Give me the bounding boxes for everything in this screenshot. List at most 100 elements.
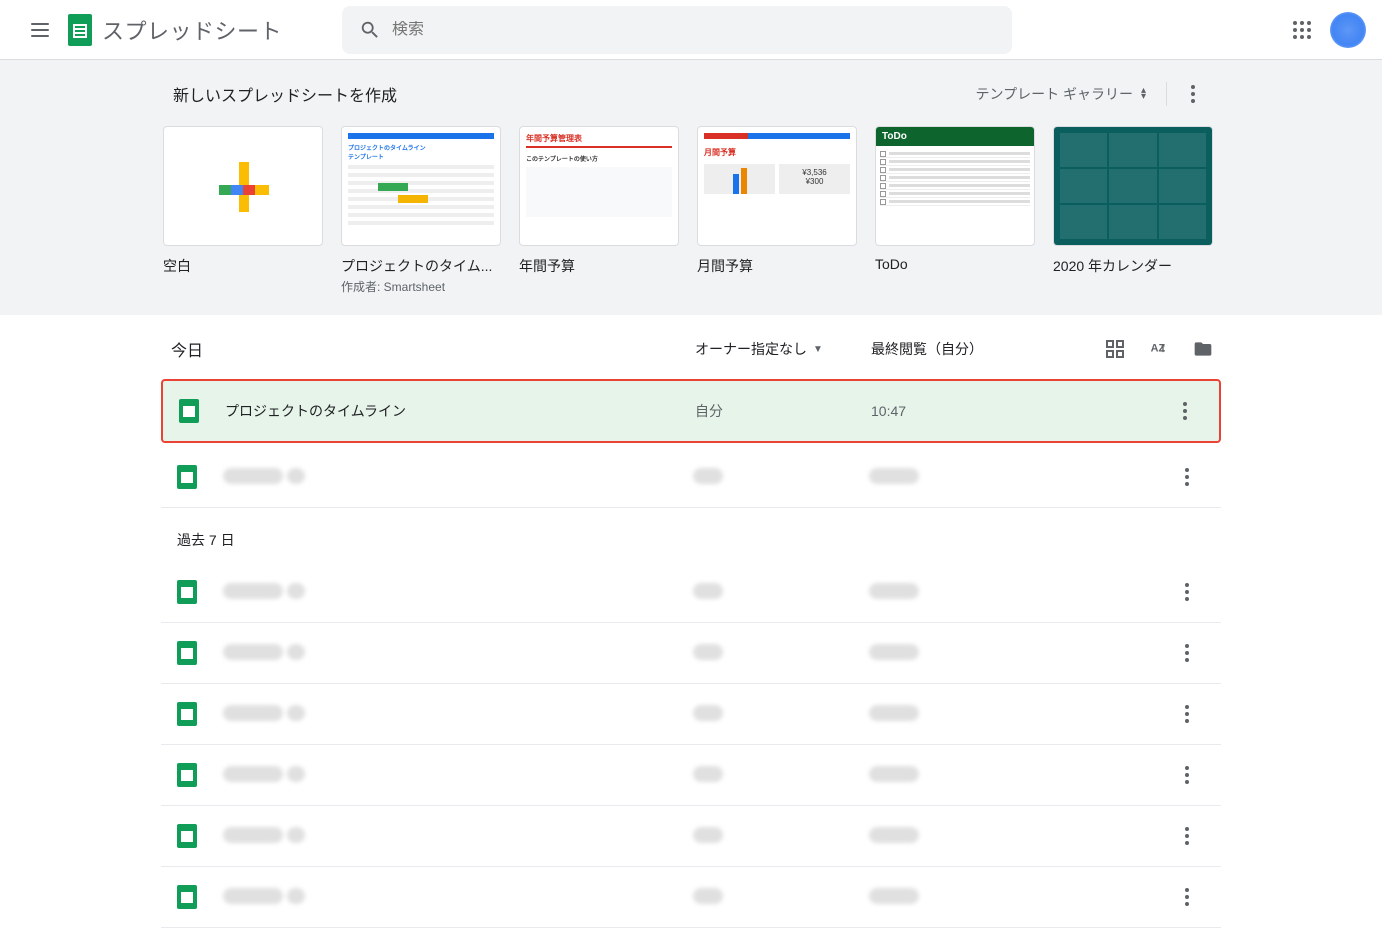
document-owner: [693, 827, 869, 846]
owner-filter-dropdown[interactable]: オーナー指定なし ▼: [691, 335, 871, 363]
document-owner: [693, 766, 869, 785]
document-owner: [693, 888, 869, 907]
templates-heading: 新しいスプレッドシートを作成: [173, 82, 397, 106]
document-more-button[interactable]: [1169, 696, 1205, 732]
document-row[interactable]: [161, 623, 1221, 684]
document-time: [869, 705, 1169, 724]
document-owner: [693, 583, 869, 602]
template-thumbnail: プロジェクトのタイムラインテンプレート: [341, 126, 501, 246]
more-vertical-icon: [1185, 705, 1189, 723]
sheets-file-icon: [177, 580, 197, 604]
templates-more-button[interactable]: [1175, 76, 1211, 112]
template-card-timeline[interactable]: プロジェクトのタイムラインテンプレートプロジェクトのタイム... 作成者: Sma…: [341, 126, 501, 295]
search-input[interactable]: [392, 21, 1006, 39]
folder-icon: [1193, 339, 1213, 359]
owner-filter-label: オーナー指定なし: [695, 339, 807, 359]
document-time: [869, 766, 1169, 785]
account-avatar[interactable]: [1330, 12, 1366, 48]
document-title: プロジェクトのタイムライン: [225, 401, 695, 421]
document-row[interactable]: [161, 562, 1221, 623]
template-card-annual[interactable]: 年間予算管理表このテンプレートの使い方年間予算: [519, 126, 679, 295]
document-owner: [693, 705, 869, 724]
template-gallery-button[interactable]: テンプレート ギャラリー ▴▾: [963, 78, 1158, 110]
documents-section: 今日 オーナー指定なし ▼ 最終閲覧（自分） AZ プロジェクトのタイムライン自…: [161, 315, 1221, 948]
sheets-file-icon: [177, 763, 197, 787]
template-title: 2020 年カレンダー: [1053, 256, 1213, 276]
document-row[interactable]: プロジェクトのタイムライン自分10:47: [161, 379, 1221, 443]
more-vertical-icon: [1191, 85, 1195, 103]
sort-az-icon: AZ: [1149, 339, 1169, 359]
document-title: [223, 705, 693, 724]
document-title: [223, 583, 693, 602]
sheets-icon: [68, 14, 92, 46]
main-menu-button[interactable]: [16, 6, 64, 54]
document-owner: [693, 468, 869, 487]
document-title: [223, 468, 693, 487]
google-apps-button[interactable]: [1282, 10, 1322, 50]
template-title: 空白: [163, 256, 323, 276]
template-title: プロジェクトのタイム...: [341, 256, 501, 276]
template-title: 月間予算: [697, 256, 857, 276]
document-more-button[interactable]: [1169, 459, 1205, 495]
search-icon: [359, 19, 381, 41]
more-vertical-icon: [1183, 402, 1187, 420]
sheets-file-icon: [177, 885, 197, 909]
document-time: [869, 888, 1169, 907]
template-title: ToDo: [875, 256, 1035, 272]
template-card-calendar[interactable]: 2020 年カレンダー: [1053, 126, 1213, 295]
search-button[interactable]: [348, 8, 392, 52]
document-row[interactable]: [161, 867, 1221, 928]
document-row[interactable]: [161, 684, 1221, 745]
app-title: スプレッドシート: [102, 14, 282, 46]
grid-view-button[interactable]: [1103, 337, 1127, 361]
document-row[interactable]: [161, 806, 1221, 867]
template-subtitle: 作成者: Smartsheet: [341, 278, 501, 295]
section-today-label: 今日: [171, 337, 691, 361]
dropdown-arrow-icon: ▼: [813, 344, 823, 355]
open-picker-button[interactable]: [1191, 337, 1215, 361]
document-more-button[interactable]: [1169, 757, 1205, 793]
sheets-file-icon: [177, 824, 197, 848]
document-more-button[interactable]: [1169, 879, 1205, 915]
document-row[interactable]: [161, 447, 1221, 508]
template-card-monthly[interactable]: 月間予算¥3,536¥300月間予算: [697, 126, 857, 295]
more-vertical-icon: [1185, 827, 1189, 845]
template-card-blank[interactable]: 空白: [163, 126, 323, 295]
sheets-file-icon: [177, 465, 197, 489]
app-header: スプレッドシート: [0, 0, 1382, 60]
document-more-button[interactable]: [1169, 818, 1205, 854]
more-vertical-icon: [1185, 583, 1189, 601]
template-thumbnail: ToDo: [875, 126, 1035, 246]
section-past7-label: 過去 7 日: [161, 508, 1221, 562]
document-owner: [693, 644, 869, 663]
document-title: [223, 888, 693, 907]
more-vertical-icon: [1185, 468, 1189, 486]
sheets-file-icon: [177, 641, 197, 665]
template-thumbnail: [163, 126, 323, 246]
document-owner: 自分: [695, 401, 871, 421]
template-title: 年間予算: [519, 256, 679, 276]
document-title: [223, 766, 693, 785]
templates-section: 新しいスプレッドシートを作成 テンプレート ギャラリー ▴▾ 空白プロジェクトの…: [0, 60, 1382, 315]
document-more-button[interactable]: [1169, 635, 1205, 671]
document-title: [223, 644, 693, 663]
grid-icon: [1106, 340, 1124, 358]
sort-az-button[interactable]: AZ: [1147, 337, 1171, 361]
search-box[interactable]: [342, 6, 1012, 54]
document-time: [869, 468, 1169, 487]
document-more-button[interactable]: [1167, 393, 1203, 429]
apps-grid-icon: [1293, 21, 1311, 39]
sheets-file-icon: [179, 399, 199, 423]
document-time: [869, 583, 1169, 602]
search-container: [342, 6, 1012, 54]
template-card-todo[interactable]: ToDo ToDo: [875, 126, 1035, 295]
unfold-icon: ▴▾: [1141, 88, 1146, 100]
divider: [1166, 82, 1167, 106]
app-logo[interactable]: スプレッドシート: [68, 14, 282, 46]
document-row[interactable]: [161, 745, 1221, 806]
sort-label: 最終閲覧（自分）: [871, 339, 1103, 359]
document-time: [869, 644, 1169, 663]
template-thumbnail: [1053, 126, 1213, 246]
hamburger-icon: [31, 23, 49, 37]
document-more-button[interactable]: [1169, 574, 1205, 610]
